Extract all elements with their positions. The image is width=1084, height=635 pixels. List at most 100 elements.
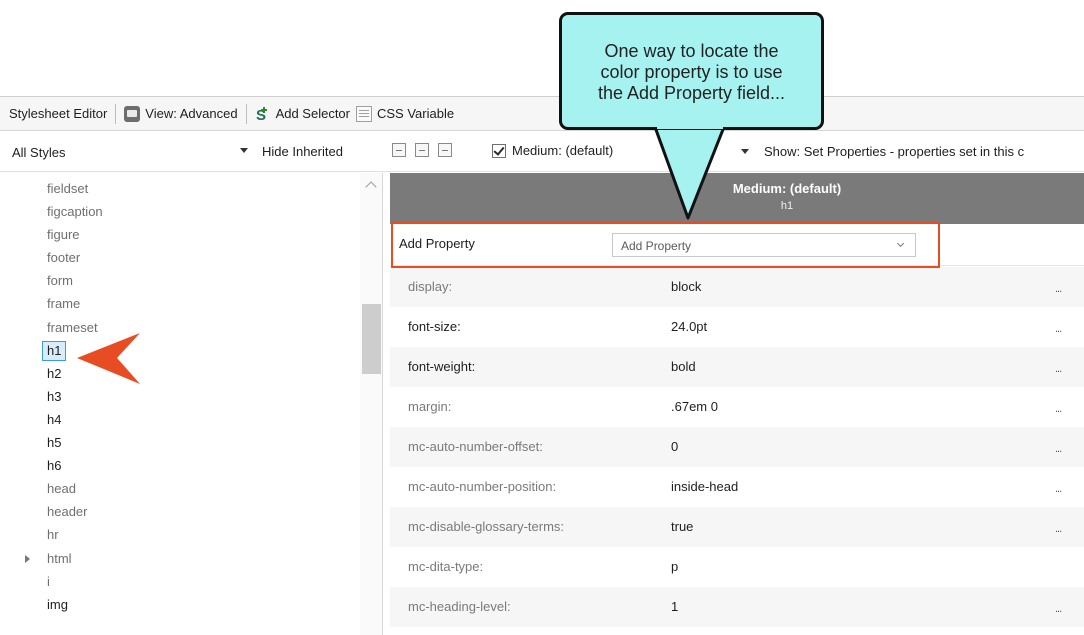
styles-dropdown[interactable]: All Styles [12,142,252,162]
property-value[interactable]: 24.0pt [671,319,707,334]
add-property-row: Add Property Add Property [390,224,1084,266]
show-dropdown-caret-icon[interactable] [741,149,749,154]
toolbar-divider [115,103,117,124]
chevron-down-icon [896,239,905,248]
selector-item[interactable]: h6 [0,454,360,477]
selector-item[interactable]: hr [0,523,360,546]
scroll-up-icon[interactable] [365,181,377,193]
property-more-button[interactable]: ... [1055,443,1062,455]
property-more-button[interactable]: ... [1055,523,1062,535]
property-row[interactable]: mc-heading-level: 1... [390,587,1084,627]
show-filter-label: Show: Set Properties - properties set in… [764,144,1025,159]
css-variables-button[interactable]: CSS Variable [353,102,457,126]
selector-item[interactable]: header [0,500,360,523]
callout-line-3: the Add Property field... [597,83,786,103]
medium-toggle[interactable]: Medium: (default) [492,143,613,158]
view-icon [124,105,141,122]
selector-item-label: header [47,504,88,520]
medium-checkbox[interactable] [492,143,506,158]
selector-item[interactable]: footer [0,246,360,269]
scrollbar-thumb[interactable] [362,304,381,374]
selector-item[interactable]: form [0,269,360,292]
selector-item[interactable]: h1 [0,339,360,362]
selector-item[interactable]: frameset [0,316,360,339]
property-more-button[interactable]: ... [1055,403,1062,415]
property-name: margin: [408,399,452,414]
selector-item-label: frameset [47,319,98,335]
css-variables-icon [356,105,372,122]
selector-item-label: h4 [47,411,62,427]
property-more-button[interactable]: ... [1055,603,1062,615]
property-value[interactable]: .67em 0 [671,399,718,414]
property-value[interactable]: 1 [671,599,678,614]
selector-item-label: h2 [47,365,62,381]
callout-line-1: One way to locate the [604,41,779,61]
property-row[interactable]: font-weight: bold... [390,347,1084,387]
add-property-dropdown[interactable]: Add Property [612,233,916,257]
property-row[interactable]: mc-auto-number-position: inside-head... [390,467,1084,507]
property-value[interactable]: bold [671,359,696,374]
property-row[interactable]: mc-auto-number-offset: 0... [390,427,1084,467]
main-toolbar: Stylesheet Editor View: Advanced S Add S… [0,97,1084,131]
medium-label: Medium: (default) [512,143,614,158]
property-more-button[interactable]: ... [1055,323,1062,335]
property-more-button[interactable]: ... [1055,363,1062,375]
add-selector-button[interactable]: S Add Selector [252,102,353,126]
property-name: mc-auto-number-position: [408,479,557,494]
selector-item[interactable]: h2 [0,362,360,385]
property-name: font-size: [408,319,461,334]
property-more-button[interactable]: ... [1055,283,1062,295]
property-value[interactable]: block [671,279,701,294]
property-row[interactable]: font-size: 24.0pt... [390,307,1084,347]
toolbar-divider [245,103,247,124]
selector-item-label: figcaption [47,204,103,220]
property-row[interactable]: mc-disable-glossary-terms: true... [390,507,1084,547]
medium-column-header: Medium: (default) h1 [390,173,1084,224]
selector-item[interactable]: h3 [0,385,360,408]
sort-icon[interactable] [392,143,406,157]
show-filter-dropdown[interactable]: Show: Set Properties - properties set in… [764,144,1024,159]
selector-item-label: h6 [47,458,62,474]
editor-title-label: Stylesheet Editor [9,106,108,121]
expand-all-icon[interactable] [438,143,452,157]
selector-item-label: frame [47,296,81,312]
selector-item[interactable]: h5 [0,431,360,454]
view-advanced-button[interactable]: View: Advanced [121,102,240,126]
selector-item[interactable]: img [0,593,360,616]
hide-inherited-button[interactable]: Hide Inherited [262,144,343,159]
property-row[interactable]: margin: .67em 0... [390,387,1084,427]
property-name: mc-disable-glossary-terms: [408,519,565,534]
view-advanced-label: View: Advanced [145,106,238,121]
property-value[interactable]: true [671,519,693,534]
selector-item-label: h1 [42,340,67,361]
property-value[interactable]: inside-head [671,479,738,494]
selector-item-label: hr [47,527,59,543]
property-row[interactable]: mc-dita-type: p [390,547,1084,587]
view-options-group [392,143,452,157]
selector-item[interactable]: i [0,570,360,593]
expand-arrow-icon[interactable] [25,554,30,563]
property-name: display: [408,279,453,294]
property-name: mc-auto-number-offset: [408,439,543,454]
property-name: font-weight: [408,359,476,374]
selector-item[interactable]: h4 [0,408,360,431]
property-value[interactable]: 0 [671,439,678,454]
selector-item[interactable]: frame [0,292,360,315]
selector-item[interactable]: head [0,477,360,500]
selector-item-label: h3 [47,388,62,404]
selector-item[interactable]: fieldset [0,177,360,200]
selector-item[interactable]: html [0,547,360,570]
selector-item-label: head [47,481,76,497]
property-row[interactable]: display: block... [390,267,1084,307]
property-more-button[interactable]: ... [1055,483,1062,495]
selector-item[interactable]: figure [0,223,360,246]
collapse-all-icon[interactable] [415,143,429,157]
selector-item-label: form [47,273,73,289]
selector-list: fieldset figcaption figure footer form frame f… [0,177,360,616]
selector-item-label: footer [47,250,81,266]
selector-item-label: html [47,550,72,566]
property-value[interactable]: p [671,559,678,574]
properties-grid: Medium: (default) h1 Add Property Add Pr… [390,173,1084,635]
selector-item[interactable]: figcaption [0,200,360,223]
selector-scrollbar[interactable] [360,173,382,635]
